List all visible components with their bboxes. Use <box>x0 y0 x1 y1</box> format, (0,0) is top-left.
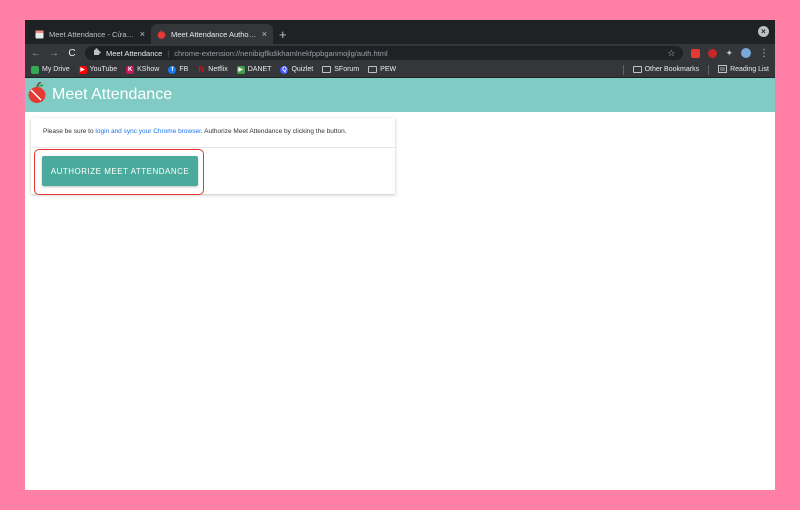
bookmark-label: YouTube <box>89 66 118 73</box>
bookmark-label: DANET <box>247 66 272 73</box>
instructions-text: Please be sure to login and sync your Ch… <box>31 118 395 148</box>
folder-icon <box>632 66 642 73</box>
other-bookmarks[interactable]: Other Bookmarks <box>632 66 700 73</box>
site-name: Meet Attendance <box>106 48 163 58</box>
bookmark-label: Netflix <box>208 66 228 73</box>
bookmark-sforum[interactable]: SForum <box>322 66 359 73</box>
bookmark-label: SForum <box>334 66 360 73</box>
bookmark-label: Reading List <box>730 66 769 73</box>
folder-icon <box>368 66 378 73</box>
back-button[interactable]: ← <box>31 48 41 59</box>
bookmark-pew[interactable]: PEW <box>368 66 396 73</box>
tab-authorize[interactable]: Meet Attendance Authorize × <box>151 24 273 44</box>
extensions-puzzle-icon[interactable]: ✦ <box>725 48 733 59</box>
app-header: Meet Attendance <box>25 78 775 112</box>
tab-title: Meet Attendance Authorize <box>171 29 258 39</box>
reload-button[interactable]: C <box>67 48 77 59</box>
bookmark-label: My Drive <box>42 66 70 73</box>
tab-close-icon[interactable]: × <box>262 29 267 39</box>
new-tab-button[interactable]: + <box>279 24 287 44</box>
bookmarks-divider <box>708 64 710 75</box>
extension-puzzle-icon <box>93 48 101 58</box>
window-close-icon[interactable]: × <box>758 26 769 37</box>
app-title: Meet Attendance <box>52 86 173 103</box>
login-sync-link[interactable]: login and sync your Chrome browser <box>95 128 201 135</box>
bookmark-star-icon[interactable]: ☆ <box>667 48 675 59</box>
bookmark-label: KShow <box>137 66 160 73</box>
bookmark-label: FB <box>179 66 189 73</box>
bookmark-youtube[interactable]: ▶ YouTube <box>78 65 118 74</box>
instructions-suffix: . Authorize Meet Attendance by clicking … <box>200 128 347 135</box>
bookmark-quizlet[interactable]: Q Quizlet <box>280 65 314 74</box>
bookmark-label: PEW <box>380 66 397 73</box>
menu-dots-icon[interactable]: ⋮ <box>759 48 769 59</box>
instructions-prefix: Please be sure to <box>43 128 96 135</box>
bookmark-label: Quizlet <box>291 66 314 73</box>
bookmark-fb[interactable]: f FB <box>168 65 189 74</box>
extension-red-icon[interactable] <box>691 48 701 58</box>
bookmark-danet[interactable]: ▶ DANET <box>236 65 272 74</box>
adblock-icon[interactable] <box>708 48 718 58</box>
bookmarks-right: Other Bookmarks Reading List <box>622 64 769 75</box>
folder-icon <box>322 66 332 73</box>
facebook-icon: f <box>168 65 177 74</box>
netflix-icon: N <box>198 64 205 74</box>
reading-list[interactable]: Reading List <box>718 64 769 75</box>
tab-strip: Meet Attendance - Cửa hàng C × Meet Atte… <box>25 20 775 44</box>
authorize-button[interactable]: AUTHORIZE MEET ATTENDANCE <box>42 156 198 186</box>
bookmark-my-drive[interactable]: My Drive <box>31 65 70 74</box>
drive-icon <box>31 65 39 74</box>
address-bar[interactable]: Meet Attendance | chrome-extension://nen… <box>85 46 684 60</box>
bookmarks-bar: My Drive ▶ YouTube K KShow f FB N Netfli… <box>25 62 775 78</box>
address-separator: | <box>167 48 170 58</box>
kshow-icon: K <box>126 65 135 74</box>
apple-logo-icon <box>27 80 47 109</box>
tab-title: Meet Attendance - Cửa hàng C <box>49 29 136 39</box>
browser-window: Meet Attendance - Cửa hàng C × Meet Atte… <box>25 20 775 490</box>
bookmark-netflix[interactable]: N Netflix <box>197 64 228 74</box>
profile-avatar[interactable] <box>741 48 751 58</box>
youtube-icon: ▶ <box>78 65 87 74</box>
store-favicon-icon <box>35 30 44 39</box>
reading-list-icon <box>718 64 728 75</box>
danet-icon: ▶ <box>236 65 245 74</box>
tab-store[interactable]: Meet Attendance - Cửa hàng C × <box>29 24 151 44</box>
tab-close-icon[interactable]: × <box>140 29 145 39</box>
quizlet-icon: Q <box>280 65 289 74</box>
apple-favicon-icon <box>157 29 166 39</box>
forward-button[interactable]: → <box>49 48 59 59</box>
browser-toolbar: ← → C Meet Attendance | chrome-extension… <box>25 44 775 62</box>
address-url: chrome-extension://nenibigflkdikhamlnekf… <box>174 48 388 58</box>
bookmark-kshow[interactable]: K KShow <box>126 65 160 74</box>
bookmarks-divider <box>622 64 624 75</box>
bookmark-label: Other Bookmarks <box>644 66 700 73</box>
